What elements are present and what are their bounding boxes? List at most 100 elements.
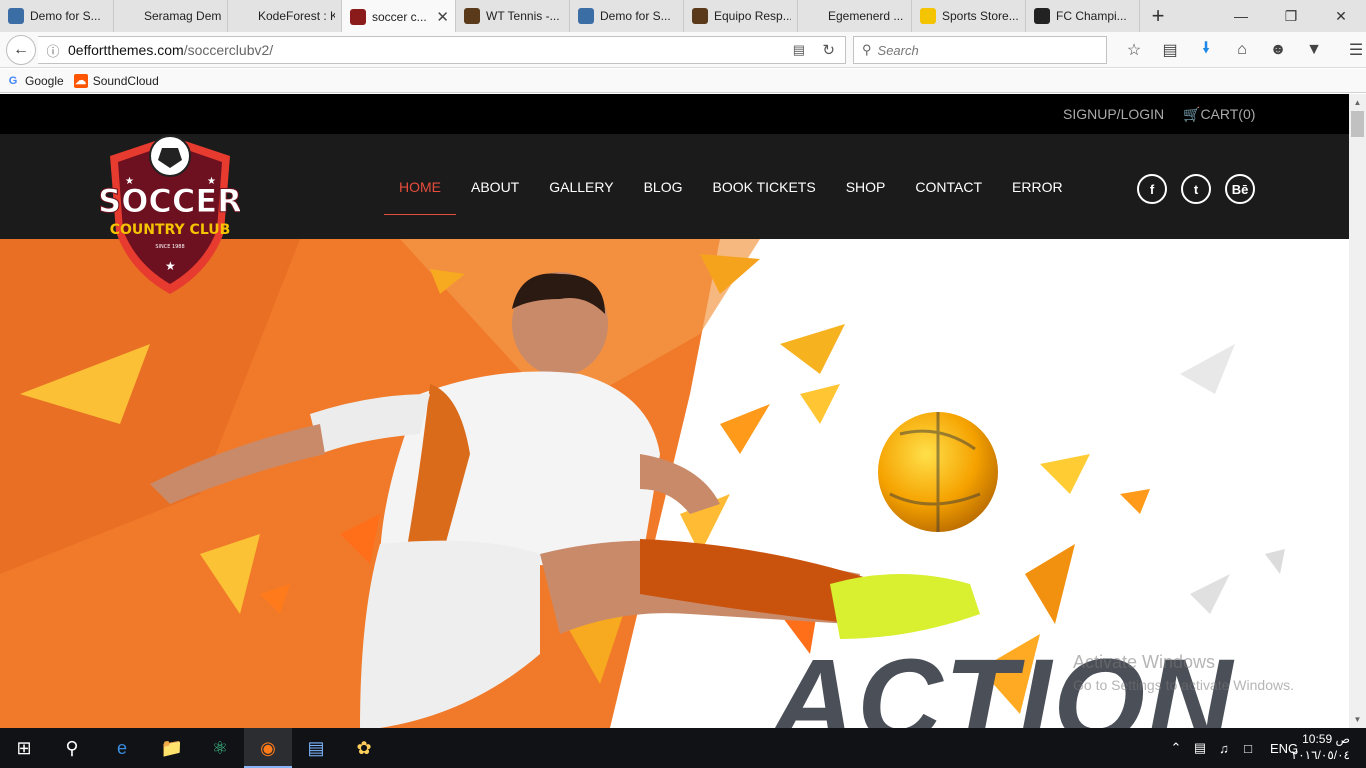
nav-item-about[interactable]: ABOUT: [456, 134, 534, 239]
browser-tab[interactable]: Sports Store...: [912, 0, 1026, 32]
monitor-icon: ▤: [307, 737, 325, 758]
firefox-icon: ◉: [260, 737, 276, 758]
address-bar[interactable]: ⓘ 0effortthemes.com/soccerclubv2/ ▤ ↻: [38, 36, 846, 64]
browser-tab[interactable]: KodeForest : Kic...: [228, 0, 342, 32]
tab-label: Seramag Demo ...: [144, 9, 221, 23]
menu-icon[interactable]: ☰: [1338, 36, 1366, 64]
club-logo[interactable]: ★ ★ SOCCER COUNTRY CLUB SINCE 1988 ★: [100, 132, 240, 296]
folder-icon: 📁: [160, 737, 184, 758]
search-icon: ⚲: [862, 42, 872, 57]
toolbar-icons: ☆ ▤ 🠛 ⌂ ☻ ▼ ☰: [1116, 36, 1366, 64]
browser-tab[interactable]: WT Tennis -...: [456, 0, 570, 32]
info-icon[interactable]: ⓘ: [42, 41, 64, 60]
tab-label: KodeForest : Kic...: [258, 9, 335, 23]
bookmark-star-icon[interactable]: ☆: [1116, 36, 1152, 64]
nav-item-home[interactable]: HOME: [384, 134, 456, 239]
reload-icon[interactable]: ↻: [822, 41, 835, 59]
search-taskbar-button[interactable]: ⚲: [48, 728, 96, 768]
edge-icon: e: [116, 737, 127, 758]
windows-taskbar: ⊞ ⚲ e 📁 ⚛ ◉ ▤ ✿ ⌃ ▤ ♫ □ ENG 10:59 ص ٢٠١٦…: [0, 728, 1366, 768]
logo-subtitle: COUNTRY CLUB: [110, 222, 231, 238]
vertical-scrollbar[interactable]: ▲ ▼: [1349, 94, 1366, 728]
blank-page-icon: [122, 8, 138, 24]
close-tab-icon[interactable]: ✕: [436, 8, 449, 26]
new-tab-button[interactable]: +: [1140, 0, 1176, 32]
cart-label: CART(0): [1200, 106, 1256, 122]
bookmarks-bar: G Google ☁ SoundCloud: [0, 69, 1366, 93]
pocket-icon[interactable]: ▼: [1296, 36, 1332, 64]
firefox-taskbar-button[interactable]: ◉: [244, 728, 292, 768]
browser-tab[interactable]: Demo for S...: [570, 0, 684, 32]
chat-icon[interactable]: ☻: [1260, 36, 1296, 64]
nav-item-error[interactable]: ERROR: [997, 134, 1078, 239]
nav-item-contact[interactable]: CONTACT: [900, 134, 997, 239]
browser-tab[interactable]: FC Champi...: [1026, 0, 1140, 32]
network-icon[interactable]: ▤: [1188, 740, 1212, 756]
chevron-up-icon[interactable]: ⌃: [1164, 740, 1188, 756]
team-icon: [692, 8, 708, 24]
network-app-taskbar-button[interactable]: ▤: [292, 728, 340, 768]
bookmark-google[interactable]: G Google: [6, 74, 64, 88]
clock[interactable]: 10:59 ص ٢٠١٦/٠٥/٠٤: [1292, 731, 1350, 763]
clock-time: 10:59 ص: [1302, 732, 1350, 746]
scroll-down-icon[interactable]: ▼: [1349, 711, 1366, 728]
scroll-up-icon[interactable]: ▲: [1349, 94, 1366, 111]
start-button[interactable]: ⊞: [0, 728, 48, 768]
browser-tab[interactable]: Seramag Demo ...: [114, 0, 228, 32]
tab-label: WT Tennis -...: [486, 9, 560, 23]
behance-icon: Bē: [1231, 181, 1249, 197]
search-icon: ⚲: [65, 737, 79, 758]
bookmark-soundcloud[interactable]: ☁ SoundCloud: [73, 73, 159, 88]
signup-login-link[interactable]: SIGNUP/LOGIN: [1063, 106, 1164, 122]
notification-icon[interactable]: □: [1236, 741, 1260, 756]
edge-taskbar-button[interactable]: e: [98, 728, 146, 768]
browser-tab[interactable]: Egemenerd ...: [798, 0, 912, 32]
browser-tab[interactable]: soccer c... ✕: [342, 0, 456, 34]
tab-list: Demo for S... Seramag Demo ... KodeForest …: [0, 0, 1140, 34]
activate-windows-title: Activate Windows: [1073, 652, 1216, 672]
minimize-icon[interactable]: —: [1216, 0, 1266, 32]
tab-label: Demo for S...: [30, 9, 101, 23]
scroll-thumb[interactable]: [1351, 111, 1364, 137]
mask-icon: [8, 8, 24, 24]
browser-tab[interactable]: Equipo Resp...: [684, 0, 798, 32]
download-icon[interactable]: 🠛: [1188, 36, 1224, 64]
twitter-button[interactable]: t: [1181, 174, 1211, 204]
back-button[interactable]: ←: [6, 35, 36, 65]
cart-icon: 🛒: [1183, 106, 1201, 122]
bookmark-label: SoundCloud: [92, 73, 159, 88]
home-icon[interactable]: ⌂: [1224, 36, 1260, 64]
window-controls: — ❐ ✕: [1216, 0, 1366, 32]
cart-link[interactable]: 🛒CART(0): [1183, 106, 1255, 123]
maximize-icon[interactable]: ❐: [1266, 0, 1316, 32]
reader-view-icon[interactable]: ▤: [793, 42, 805, 58]
nav-item-blog[interactable]: BLOG: [629, 134, 698, 239]
close-window-icon[interactable]: ✕: [1316, 0, 1366, 32]
behance-button[interactable]: Bē: [1225, 174, 1255, 204]
search-input[interactable]: ⚲ Search: [853, 36, 1107, 64]
url-path: /soccerclubv2/: [183, 42, 274, 58]
tab-label: FC Champi...: [1056, 9, 1127, 23]
windows-logo-icon: ⊞: [16, 737, 32, 758]
url-host: 0effortthemes.com: [68, 42, 184, 58]
reading-list-icon[interactable]: ▤: [1152, 36, 1188, 64]
nav-item-gallery[interactable]: GALLERY: [534, 134, 628, 239]
facebook-button[interactable]: f: [1137, 174, 1167, 204]
palette-icon: ✿: [356, 737, 372, 758]
soccer-ball-icon: [1034, 8, 1050, 24]
shield-icon: [350, 9, 366, 25]
app-taskbar-button[interactable]: ⚛: [196, 728, 244, 768]
nav-item-book-tickets[interactable]: BOOK TICKETS: [697, 134, 830, 239]
paint-taskbar-button[interactable]: ✿: [340, 728, 388, 768]
nav-item-shop[interactable]: SHOP: [831, 134, 901, 239]
search-placeholder: Search: [877, 42, 919, 58]
explorer-taskbar-button[interactable]: 📁: [148, 728, 196, 768]
bookmark-label: Google: [25, 73, 64, 88]
system-tray: ⌃ ▤ ♫ □ ENG: [1164, 728, 1299, 768]
facebook-icon: f: [1149, 181, 1155, 197]
tab-label: Egemenerd ...: [828, 9, 904, 23]
browser-tab[interactable]: Demo for S...: [0, 0, 114, 32]
bolt-icon: [920, 8, 936, 24]
browser-tab-strip: Demo for S... Seramag Demo ... KodeForest …: [0, 0, 1366, 34]
volume-icon[interactable]: ♫: [1212, 741, 1236, 756]
